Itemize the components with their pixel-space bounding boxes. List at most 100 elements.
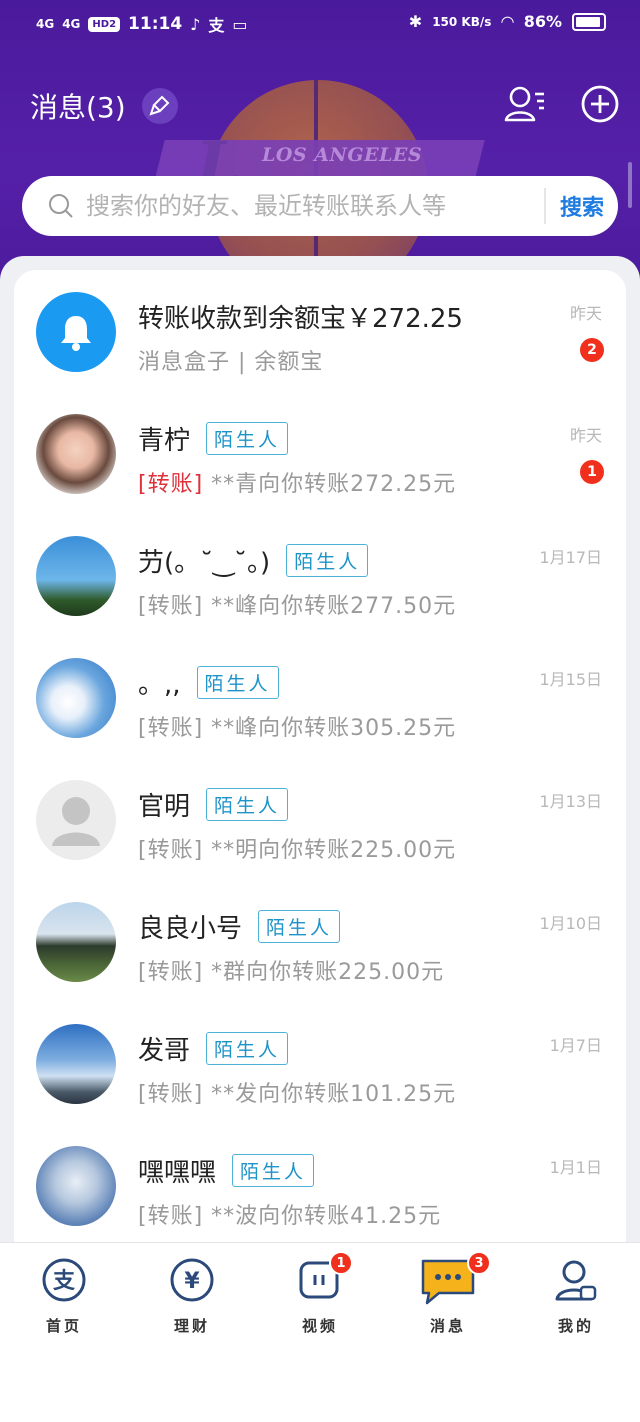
hd-indicator: HD2 — [88, 16, 121, 32]
stranger-tag: 陌生人 — [206, 421, 289, 455]
avatar — [36, 536, 116, 616]
message-date: 1月17日 — [539, 548, 602, 567]
bottom-nav: 支 首页 ¥ 理财 1 视频 3 消息 我的 — [0, 1242, 640, 1422]
message-preview-row: [转账] **明向你转账225.00元 — [138, 832, 456, 864]
tiktok-icon: ♪ — [190, 14, 201, 34]
message-preview-row: [转账] **发向你转账101.25元 — [138, 1076, 456, 1108]
message-date: 1月7日 — [549, 1036, 602, 1055]
broom-icon — [149, 95, 170, 116]
search-button[interactable]: 搜索 — [560, 190, 604, 222]
message-preview: **峰向你转账277.50元 — [211, 594, 457, 619]
message-date: 1月13日 — [539, 792, 602, 811]
lakers-logo-text: LOS ANGELES — [262, 144, 423, 166]
list-item[interactable]: 良良小号 陌生人 [转账] *群向你转账225.00元 1月10日 — [14, 880, 626, 1002]
message-preview: **波向你转账41.25元 — [211, 1204, 442, 1229]
stranger-tag: 陌生人 — [206, 1031, 289, 1065]
stranger-tag: 陌生人 — [232, 1153, 315, 1187]
scrollbar[interactable] — [628, 162, 632, 208]
contact-name: 青柠 — [138, 425, 191, 456]
nav-finance-label: 理财 — [173, 1317, 210, 1335]
list-item[interactable]: 青柠 陌生人 [转账] **青向你转账272.25元 昨天 1 — [14, 392, 626, 514]
search-icon — [49, 194, 73, 218]
stranger-tag: 陌生人 — [206, 787, 289, 821]
message-preview-row: [转账] **波向你转账41.25元 — [138, 1198, 441, 1230]
list-item[interactable]: 官明 陌生人 [转账] **明向你转账225.00元 1月13日 — [14, 758, 626, 880]
list-item[interactable]: 嘿嘿嘿 陌生人 [转账] **波向你转账41.25元 1月1日 — [14, 1124, 626, 1246]
contact-name: 芀(。˘‿˘。) — [138, 547, 271, 578]
signal-1: 4G — [36, 17, 55, 31]
unread-badge: 1 — [580, 460, 604, 484]
list-item[interactable]: 转账收款到余额宝￥272.25 消息盒子 | 余额宝 昨天 2 — [14, 270, 626, 392]
vivo-icon: ▭ — [232, 14, 248, 34]
header: L LOS ANGELES 4G 4G HD2 11:14 ♪ 支 ▭ ✱ 15… — [0, 0, 640, 280]
message-preview-row: [转账] *群向你转账225.00元 — [138, 954, 444, 986]
contact-name: 良良小号 — [138, 913, 243, 944]
message-preview: *群向你转账225.00元 — [211, 960, 445, 985]
clear-unread-button[interactable] — [141, 88, 178, 124]
avatar — [36, 1024, 116, 1104]
transfer-tag: [转账] — [138, 960, 204, 985]
search-input[interactable] — [86, 186, 526, 226]
battery-icon — [572, 12, 606, 31]
stranger-tag: 陌生人 — [286, 543, 369, 577]
message-date: 昨天 — [569, 304, 602, 323]
message-date: 昨天 — [569, 426, 602, 445]
svg-text:¥: ¥ — [184, 1269, 200, 1294]
message-preview: **明向你转账225.00元 — [211, 838, 457, 863]
message-date: 1月1日 — [549, 1158, 602, 1177]
video-badge: 1 — [329, 1251, 353, 1275]
messages-badge: 3 — [467, 1251, 491, 1275]
stranger-tag: 陌生人 — [196, 665, 279, 699]
transfer-tag: [转账] — [138, 838, 204, 863]
nav-messages-label: 消息 — [429, 1317, 466, 1335]
battery-percent: 86% — [523, 12, 562, 31]
contact-name: 转账收款到余额宝￥272.25 — [138, 303, 463, 334]
nav-home-label: 首页 — [45, 1317, 82, 1335]
bell-icon — [61, 316, 91, 351]
nav-messages[interactable]: 3 消息 — [398, 1251, 498, 1336]
search-bar: 搜索 — [22, 176, 618, 236]
clock: 11:14 — [128, 14, 183, 34]
contact-name: 官明 — [138, 791, 191, 822]
transfer-tag: [转账] — [138, 472, 204, 497]
add-plus-icon[interactable] — [580, 84, 620, 124]
avatar — [36, 292, 116, 372]
svg-text:支: 支 — [53, 1269, 76, 1294]
contact-name: 嘿嘿嘿 — [138, 1157, 217, 1188]
message-preview-row: [转账] **峰向你转账277.50元 — [138, 588, 456, 620]
nav-video-label: 视频 — [301, 1317, 338, 1335]
net-speed: 150 KB/s — [432, 14, 492, 29]
transfer-tag: [转账] — [138, 1204, 204, 1229]
alipay-icon: 支 — [208, 16, 225, 35]
search-divider — [544, 188, 546, 224]
nav-finance[interactable]: ¥ 理财 — [142, 1257, 242, 1336]
nav-mine[interactable]: 我的 — [526, 1257, 626, 1336]
nav-mine-label: 我的 — [557, 1317, 594, 1335]
alipay-home-icon: 支 — [42, 1258, 86, 1302]
message-list: 转账收款到余额宝￥272.25 消息盒子 | 余额宝 昨天 2 青柠 陌生人 [… — [14, 270, 626, 1246]
message-preview: **发向你转账101.25元 — [211, 1082, 457, 1107]
avatar — [36, 780, 116, 860]
avatar — [36, 658, 116, 738]
nav-home[interactable]: 支 首页 — [14, 1257, 114, 1336]
message-preview: **青向你转账272.25元 — [211, 472, 457, 497]
avatar — [36, 414, 116, 494]
message-date: 1月10日 — [539, 914, 602, 933]
contact-name: 发哥 — [138, 1035, 191, 1066]
avatar — [36, 902, 116, 982]
signal-2: 4G — [62, 17, 81, 31]
finance-yen-icon: ¥ — [170, 1258, 214, 1302]
avatar — [36, 1146, 116, 1226]
list-item[interactable]: 。,, 陌生人 [转账] **峰向你转账305.25元 1月15日 — [14, 636, 626, 758]
list-item[interactable]: 芀(。˘‿˘。) 陌生人 [转账] **峰向你转账277.50元 1月17日 — [14, 514, 626, 636]
list-item[interactable]: 发哥 陌生人 [转账] **发向你转账101.25元 1月7日 — [14, 1002, 626, 1124]
transfer-tag: [转账] — [138, 716, 204, 741]
message-preview: **峰向你转账305.25元 — [211, 716, 457, 741]
nav-video[interactable]: 1 视频 — [270, 1251, 370, 1336]
contact-name: 。,, — [138, 669, 181, 700]
transfer-tag: [转账] — [138, 1082, 204, 1107]
profile-icon — [555, 1260, 597, 1301]
contacts-icon[interactable] — [504, 84, 546, 124]
stranger-tag: 陌生人 — [258, 909, 341, 943]
page-title: 消息(3) — [30, 91, 126, 124]
